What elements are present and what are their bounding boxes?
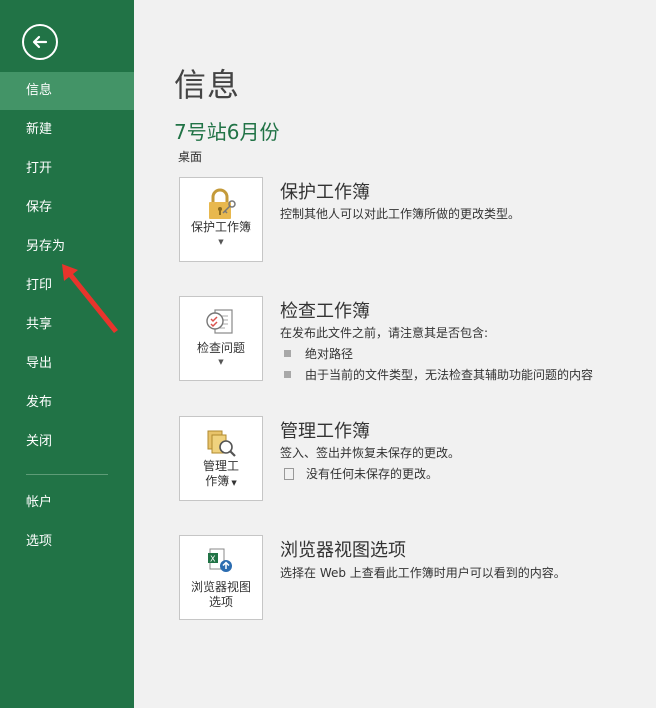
manage-workbook-icon	[207, 430, 236, 457]
document-name: 7号站6月份	[174, 120, 280, 144]
browser-view-options-button-label-2: 选项	[208, 595, 233, 609]
document-location[interactable]: 桌面	[178, 148, 202, 165]
inspect-workbook-desc: 在发布此文件之前，请注意其是否包含:	[280, 326, 489, 340]
browser-view-options-button[interactable]: X 浏览器视图 选项	[179, 535, 263, 620]
page-title: 信息	[174, 66, 241, 104]
checklist-icon	[206, 309, 233, 334]
nav-item-close[interactable]: 关闭	[0, 423, 134, 461]
protect-workbook-button[interactable]: 保护工作簿 ▼	[179, 177, 263, 262]
nav-item-publish[interactable]: 发布	[0, 384, 134, 422]
manage-workbook-desc: 签入、签出并恢复未保存的更改。	[280, 446, 461, 460]
bullet-square-icon	[284, 371, 291, 378]
protect-workbook-title: 保护工作簿	[280, 182, 370, 203]
unsaved-changes-note: 没有任何未保存的更改。	[284, 465, 438, 482]
inspect-workbook-title: 检查工作簿	[280, 301, 370, 322]
annotation-arrow-icon	[62, 264, 118, 333]
bullet-square-icon	[284, 350, 291, 357]
manage-workbook-title: 管理工作簿	[280, 421, 370, 442]
browser-view-options-desc: 选择在 Web 上查看此工作簿时用户可以看到的内容。	[280, 566, 566, 580]
chevron-down-icon: ▼	[218, 238, 224, 246]
back-button[interactable]	[22, 24, 58, 60]
nav-item-export[interactable]: 导出	[0, 345, 134, 383]
nav-item-save[interactable]: 保存	[0, 189, 134, 227]
manage-workbook-button-label-2: 作簿 ▼	[205, 474, 237, 488]
backstage-sidebar: 信息 新建 打开 保存 另存为 打印 共享 导出 发布 关闭 帐户 选项	[0, 0, 134, 708]
chevron-down-icon: ▼	[218, 358, 224, 366]
nav-item-new[interactable]: 新建	[0, 111, 134, 149]
nav-item-open[interactable]: 打开	[0, 150, 134, 188]
arrow-left-circle-icon	[32, 35, 48, 49]
document-icon	[284, 468, 294, 480]
chevron-down-icon: ▼	[229, 479, 237, 487]
info-panel: 信息 7号站6月份 桌面 保护工作簿 ▼ 保护工作簿 控制其他人可以对此工作簿所…	[134, 0, 656, 708]
protect-workbook-desc: 控制其他人可以对此工作簿所做的更改类型。	[280, 207, 521, 221]
protect-workbook-button-label: 保护工作簿	[190, 220, 251, 234]
check-for-issues-button-label: 检查问题	[196, 341, 245, 355]
nav-divider	[26, 474, 108, 475]
browser-view-options-title: 浏览器视图选项	[280, 540, 406, 561]
nav-item-options[interactable]: 选项	[0, 523, 134, 561]
manage-workbook-button[interactable]: 管理工 作簿 ▼	[179, 416, 263, 501]
svg-text:X: X	[210, 555, 216, 564]
inspect-bullet-item: 绝对路径	[284, 345, 353, 362]
nav-item-info[interactable]: 信息	[0, 72, 134, 110]
check-for-issues-button[interactable]: 检查问题 ▼	[179, 296, 263, 381]
inspect-bullet-item: 由于当前的文件类型，无法检查其辅助功能问题的内容	[284, 366, 593, 383]
browser-view-options-button-label-1: 浏览器视图	[190, 580, 251, 594]
lock-key-icon	[209, 188, 236, 219]
browser-view-icon: X	[208, 548, 232, 572]
manage-workbook-button-label-1: 管理工	[202, 459, 239, 473]
nav-item-account[interactable]: 帐户	[0, 484, 134, 522]
